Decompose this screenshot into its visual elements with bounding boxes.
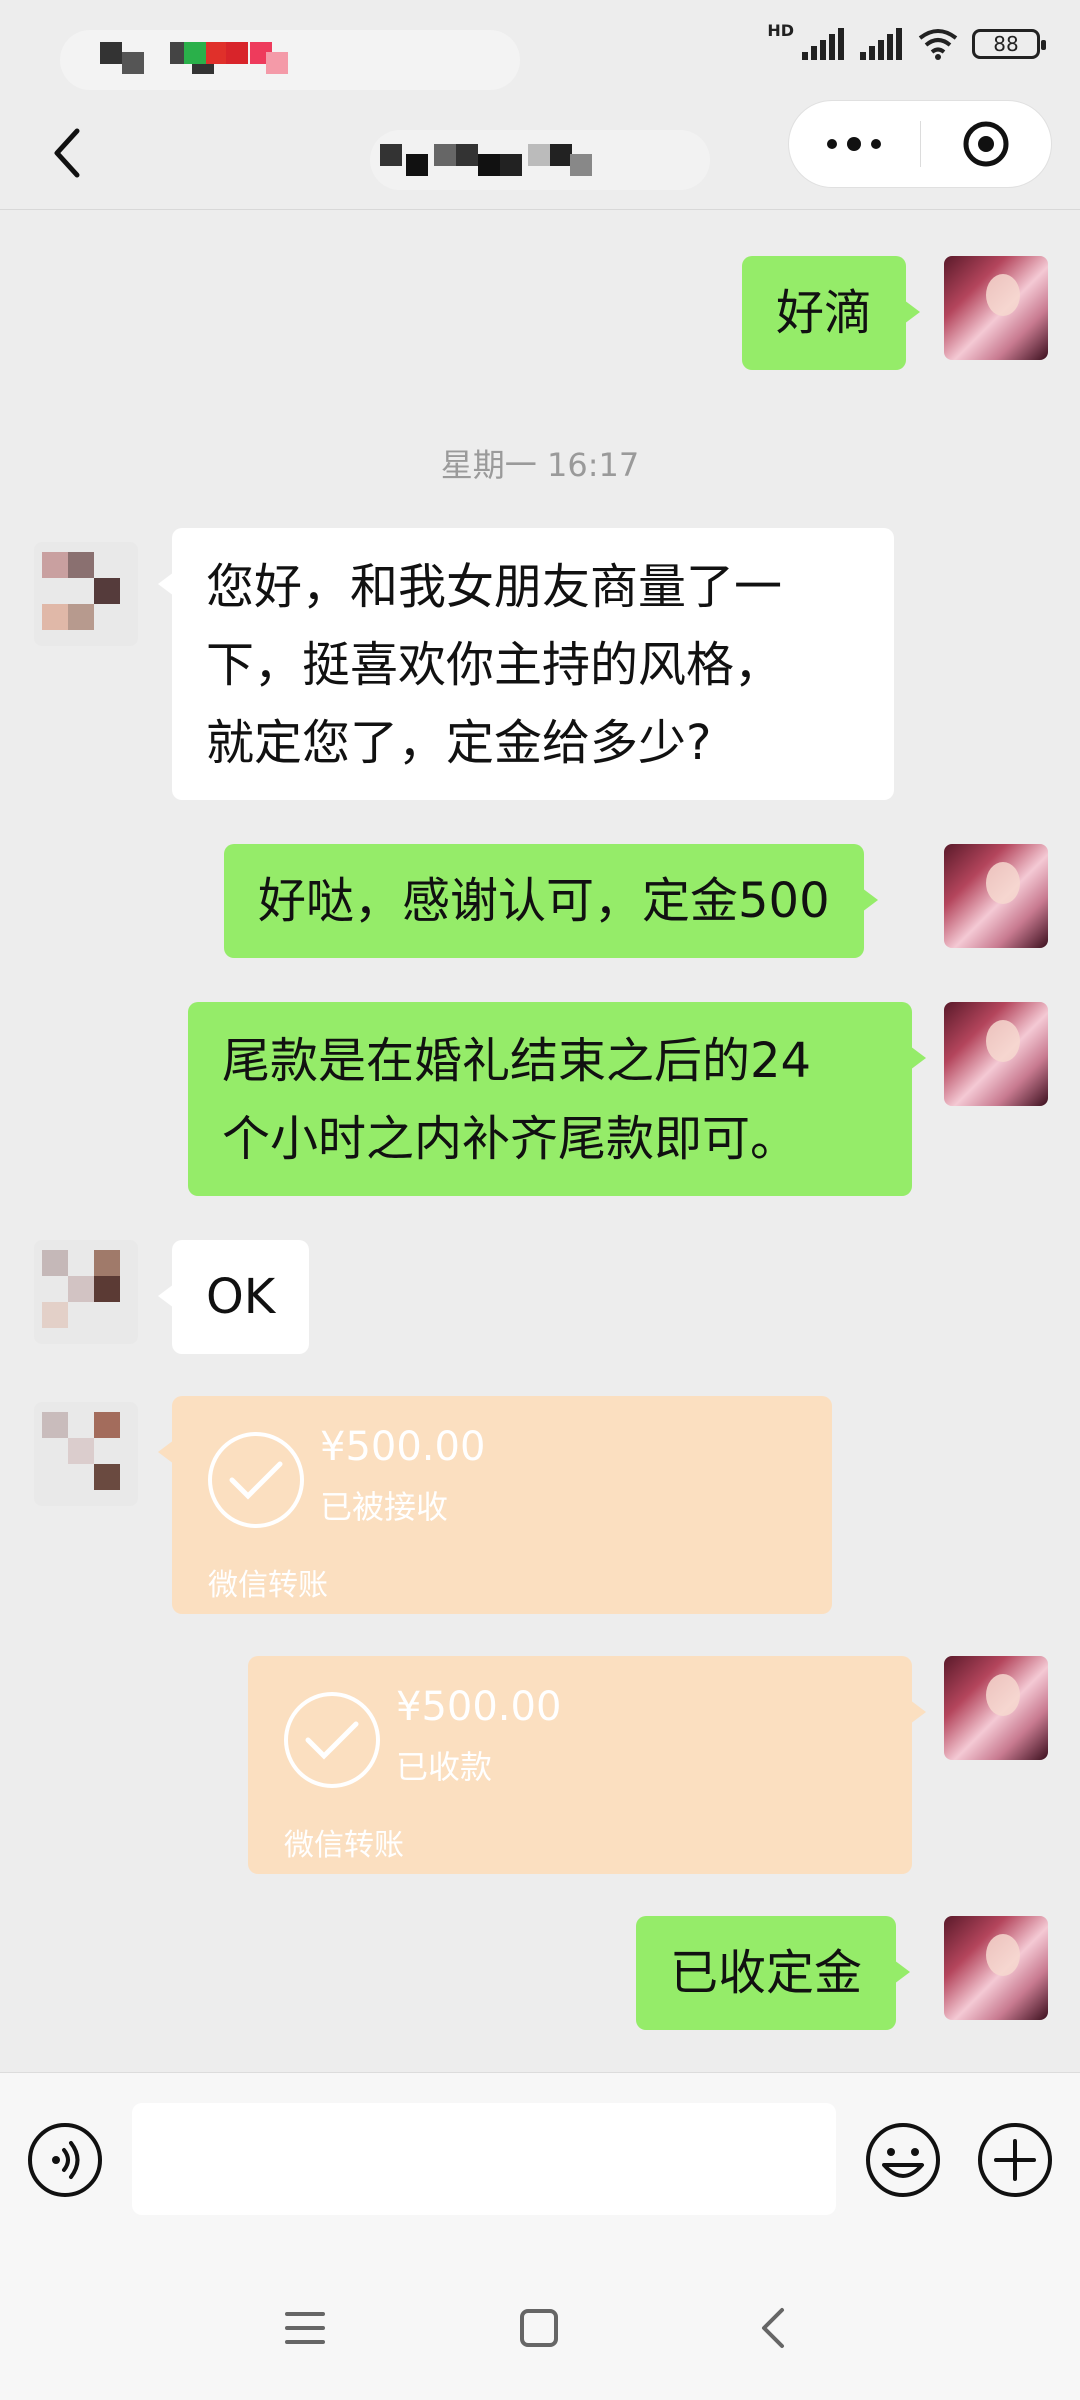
chevron-left-icon: [54, 128, 80, 178]
message-text-line: 尾款是在婚礼结束之后的24: [222, 1033, 812, 1089]
message-text: 好哒，感谢认可，定金500: [258, 873, 830, 929]
status-bar: HD 88: [0, 0, 1080, 100]
message-timestamp: 星期一 16:17: [440, 446, 640, 484]
title-bar: [0, 100, 1080, 210]
check-circle-icon: [208, 1432, 304, 1528]
message-bubble-other[interactable]: OK: [157, 1240, 310, 1354]
more-button[interactable]: [789, 100, 920, 188]
back-button[interactable]: [36, 118, 96, 188]
message-text: 已收定金: [670, 1945, 863, 2001]
transfer-card-collected[interactable]: ¥500.00 已收款 微信转账: [248, 1656, 926, 1874]
transfer-amount: ¥500.00: [320, 1424, 486, 1470]
plus-button[interactable]: [976, 2121, 1054, 2199]
message-bubble-self[interactable]: 好滴: [742, 256, 921, 370]
target-icon: [963, 121, 1009, 167]
message-text-line: 个小时之内补齐尾款即可。: [222, 1111, 799, 1167]
avatar-self[interactable]: [944, 1916, 1048, 2020]
signal-icon-2: [860, 28, 902, 60]
back-triangle-icon: [762, 2308, 784, 2348]
message-bubble-self[interactable]: 已收定金: [636, 1916, 911, 2030]
message-input[interactable]: [132, 2103, 836, 2215]
transfer-status: 已收款: [396, 1748, 493, 1786]
avatar-self[interactable]: [944, 256, 1048, 360]
back-nav-button[interactable]: [738, 2298, 808, 2358]
transfer-card-received[interactable]: ¥500.00 已被接收 微信转账: [158, 1396, 832, 1614]
menu-nav-button[interactable]: [270, 2298, 340, 2358]
avatar-other[interactable]: [34, 1402, 138, 1506]
status-icons: HD 88: [767, 21, 1046, 60]
avatar-self[interactable]: [944, 1002, 1048, 1106]
system-nav-bar: [0, 2250, 1080, 2400]
message-bubble-self[interactable]: 好哒，感谢认可，定金500: [224, 844, 878, 958]
check-circle-icon: [284, 1692, 380, 1788]
message-bubble-other[interactable]: 您好，和我女朋友商量了一 下，挺喜欢你主持的风格， 就定您了，定金给多少?: [158, 528, 894, 800]
voice-icon: [28, 2123, 102, 2197]
home-square-icon: [520, 2309, 558, 2347]
emoji-icon: [866, 2123, 940, 2197]
menu-icon: [285, 2312, 325, 2344]
battery-icon: 88: [972, 29, 1046, 59]
message-text-line: 下，挺喜欢你主持的风格，: [206, 637, 783, 693]
avatar-self[interactable]: [944, 1656, 1048, 1760]
message-text: 好滴: [776, 285, 873, 341]
transfer-status: 已被接收: [320, 1488, 449, 1526]
more-dots-icon: [827, 137, 882, 151]
chat-title-blurred: [370, 130, 710, 190]
signal-icon: [802, 28, 844, 60]
hd-label: HD: [767, 20, 794, 40]
avatar-self[interactable]: [944, 844, 1048, 948]
chat-area[interactable]: 好滴 星期一 16:17 您好，和我女朋友商量了一 下，挺喜欢你主持的风格， 就…: [0, 212, 1080, 2072]
message-text: OK: [206, 1269, 276, 1325]
plus-icon: [978, 2123, 1052, 2197]
transfer-amount: ¥500.00: [396, 1684, 562, 1730]
mini-program-capsule: [788, 100, 1052, 188]
message-text-line: 您好，和我女朋友商量了一: [206, 559, 783, 615]
emoji-button[interactable]: [864, 2121, 942, 2199]
home-nav-button[interactable]: [504, 2298, 574, 2358]
message-bubble-self[interactable]: 尾款是在婚礼结束之后的24 个小时之内补齐尾款即可。: [188, 1002, 926, 1196]
status-carrier-blurred: [60, 30, 520, 90]
voice-button[interactable]: [26, 2121, 104, 2199]
transfer-label: 微信转账: [284, 1828, 404, 1863]
avatar-other[interactable]: [34, 1240, 138, 1344]
message-text-line: 就定您了，定金给多少?: [206, 715, 712, 771]
wifi-icon: [918, 29, 958, 60]
transfer-label: 微信转账: [208, 1568, 328, 1603]
close-button[interactable]: [920, 100, 1051, 188]
avatar-other[interactable]: [34, 542, 138, 646]
input-bar: [0, 2072, 1080, 2250]
